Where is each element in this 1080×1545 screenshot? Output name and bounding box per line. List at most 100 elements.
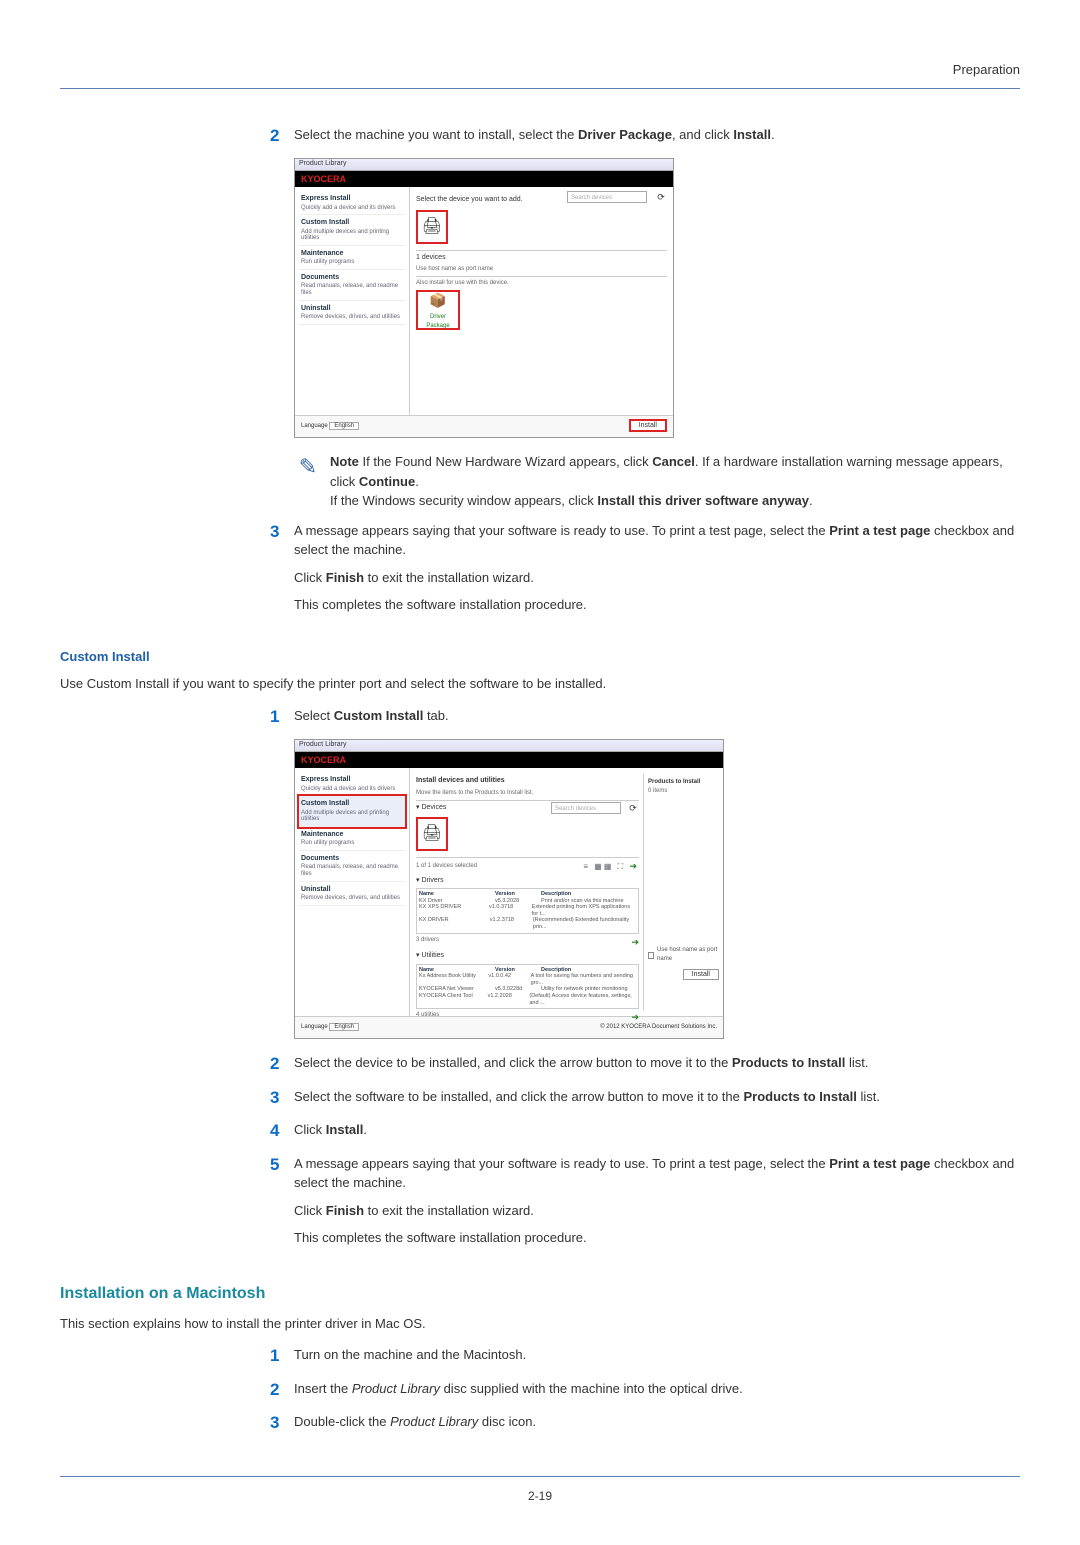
sidebar-item-custom[interactable]: Custom Install Add multiple devices and … bbox=[299, 215, 405, 246]
mac-install-heading: Installation on a Macintosh bbox=[60, 1282, 1020, 1306]
reload-icon[interactable]: ⟳ bbox=[655, 191, 667, 203]
view-toolbar[interactable]: ≡ ▦▦ ⛶ ➔ bbox=[583, 860, 639, 874]
text: If the Found New Hardware Wizard appears… bbox=[359, 454, 652, 469]
list-hint: Move the items to the Products to Instal… bbox=[416, 789, 639, 798]
table-row[interactable]: KX DRIVERv1.2.3718(Recommended) Extended… bbox=[419, 917, 636, 930]
text: . bbox=[771, 127, 775, 142]
note-icon: ✎ bbox=[294, 452, 322, 480]
step-number: 2 bbox=[270, 1053, 294, 1075]
sidebar-item-desc: Quickly add a device and its drivers bbox=[301, 786, 403, 793]
text: list. bbox=[857, 1089, 880, 1104]
reload-icon[interactable]: ⟳ bbox=[627, 802, 639, 814]
bold-text: Install this driver software anyway bbox=[597, 493, 809, 508]
text: list. bbox=[845, 1055, 868, 1070]
sidebar: Express Install Quickly add a device and… bbox=[295, 187, 410, 415]
text: Click bbox=[294, 1203, 326, 1218]
search-input[interactable]: Search devices bbox=[551, 802, 621, 814]
sidebar-item-maintenance[interactable]: Maintenance Run utility programs bbox=[299, 246, 405, 270]
sidebar-item-custom[interactable]: Custom Install Add multiple devices and … bbox=[299, 796, 405, 827]
main-panel: Select the device you want to add. Searc… bbox=[410, 187, 673, 415]
printer-icon bbox=[422, 822, 442, 846]
main-step-3: 3 A message appears saying that your sof… bbox=[270, 521, 1020, 623]
sidebar-item-maintenance[interactable]: Maintenance Run utility programs bbox=[299, 827, 405, 851]
bold-text: Print a test page bbox=[829, 1156, 930, 1171]
text: Select bbox=[294, 708, 334, 723]
step-number: 1 bbox=[270, 1345, 294, 1367]
step-number: 5 bbox=[270, 1154, 294, 1176]
hostname-checkbox-label[interactable]: Use host name as port name bbox=[416, 265, 667, 274]
text: Click bbox=[294, 570, 326, 585]
panel-title: Products to Install bbox=[648, 778, 719, 787]
step-body: Select Custom Install tab. bbox=[294, 706, 1020, 734]
add-arrow-icon[interactable]: ➔ bbox=[631, 936, 639, 950]
driver-package-tile[interactable]: Driver Package bbox=[416, 290, 460, 330]
bold-text: Products to Install bbox=[732, 1055, 845, 1070]
add-arrow-icon[interactable]: ➔ bbox=[631, 1011, 639, 1025]
items-count: 0 items bbox=[648, 787, 719, 796]
bold-text: Products to Install bbox=[743, 1089, 856, 1104]
page-header: Preparation bbox=[60, 60, 1020, 88]
sidebar-item-desc: Remove devices, drivers, and utilities bbox=[301, 895, 403, 902]
text: A message appears saying that your softw… bbox=[294, 523, 829, 538]
sidebar-item-express[interactable]: Express Install Quickly add a device and… bbox=[299, 191, 405, 215]
sidebar-item-documents[interactable]: Documents Read manuals, release, and rea… bbox=[299, 851, 405, 882]
bold-text: Continue bbox=[359, 474, 415, 489]
hostname-checkbox[interactable]: Use host name as port name bbox=[648, 946, 719, 964]
mac-step-1: 1 Turn on the machine and the Macintosh. bbox=[270, 1345, 1020, 1373]
sidebar-item-express[interactable]: Express Install Quickly add a device and… bbox=[299, 772, 405, 796]
sidebar-item-uninstall[interactable]: Uninstall Remove devices, drivers, and u… bbox=[299, 301, 405, 325]
text: disc supplied with the machine into the … bbox=[440, 1381, 743, 1396]
mac-install-intro: This section explains how to install the… bbox=[60, 1314, 1020, 1334]
device-tile[interactable] bbox=[416, 210, 448, 244]
table-row[interactable]: Kx Address Book Utilityv1.0.0.42A tool f… bbox=[419, 973, 636, 986]
text: Select the software to be installed, and… bbox=[294, 1089, 743, 1104]
sidebar-item-title: Documents bbox=[301, 273, 403, 284]
sidebar-item-uninstall[interactable]: Uninstall Remove devices, drivers, and u… bbox=[299, 882, 405, 906]
install-button[interactable]: Install bbox=[683, 969, 719, 980]
utilities-heading: ▾ Utilities bbox=[416, 951, 639, 962]
text: This completes the software installation… bbox=[294, 1228, 1020, 1248]
language-select[interactable]: English bbox=[329, 422, 359, 430]
device-tile[interactable] bbox=[416, 817, 448, 851]
products-to-install-panel: Products to Install 0 items Use host nam… bbox=[643, 774, 723, 1010]
step-body: Select the machine you want to install, … bbox=[294, 125, 1020, 153]
footer-divider bbox=[60, 1476, 1020, 1477]
sidebar-item-title: Maintenance bbox=[301, 830, 403, 841]
devices-count: 1 devices bbox=[416, 253, 667, 264]
text: This completes the software installation… bbox=[294, 595, 1020, 615]
sidebar-item-desc: Add multiple devices and printing utilit… bbox=[301, 229, 403, 242]
sidebar-item-title: Custom Install bbox=[301, 218, 403, 229]
sidebar-item-title: Express Install bbox=[301, 194, 403, 205]
custom-step-2: 2 Select the device to be installed, and… bbox=[270, 1053, 1020, 1081]
language-select[interactable]: English bbox=[329, 1023, 359, 1031]
drivers-heading: ▾ Drivers bbox=[416, 876, 639, 887]
note-label: Note bbox=[330, 454, 359, 469]
sidebar-item-documents[interactable]: Documents Read manuals, release, and rea… bbox=[299, 270, 405, 301]
table-row[interactable]: KX XPS DRIVERv1.0.3718Extended printing … bbox=[419, 904, 636, 917]
step-number: 2 bbox=[270, 1379, 294, 1401]
text: . bbox=[363, 1122, 367, 1137]
text: Select the machine you want to install, … bbox=[294, 127, 578, 142]
step-number: 3 bbox=[270, 1412, 294, 1434]
step-number: 3 bbox=[270, 521, 294, 543]
step-body: A message appears saying that your softw… bbox=[294, 1154, 1020, 1256]
text: Insert the bbox=[294, 1381, 352, 1396]
italic-text: Product Library bbox=[390, 1414, 478, 1429]
custom-step-4: 4 Click Install. bbox=[270, 1120, 1020, 1148]
add-arrow-icon[interactable]: ➔ bbox=[629, 861, 639, 871]
install-button[interactable]: Install bbox=[629, 419, 667, 432]
col-desc: Description bbox=[541, 891, 571, 898]
table-row[interactable]: KX Driverv5.3.2028Print and/or scan via … bbox=[419, 898, 636, 905]
text: disc icon. bbox=[478, 1414, 536, 1429]
table-row[interactable]: KYOCERA Client Toolv1.2.2028(Default) Ac… bbox=[419, 993, 636, 1006]
mac-step-3: 3 Double-click the Product Library disc … bbox=[270, 1412, 1020, 1440]
table-row[interactable]: KYOCERA Net Viewerv5.3.0228dUtility for … bbox=[419, 986, 636, 993]
col-name: Name bbox=[419, 967, 489, 974]
utilities-table: Name Version Description Kx Address Book… bbox=[416, 964, 639, 1010]
sidebar-item-title: Documents bbox=[301, 854, 403, 865]
brand-bar: KYOCERA bbox=[295, 752, 723, 768]
step-body: Turn on the machine and the Macintosh. bbox=[294, 1345, 1020, 1373]
step-number: 1 bbox=[270, 706, 294, 728]
search-input[interactable]: Search devices bbox=[567, 191, 647, 203]
main-panel: Install devices and utilities Move the i… bbox=[410, 768, 723, 1016]
